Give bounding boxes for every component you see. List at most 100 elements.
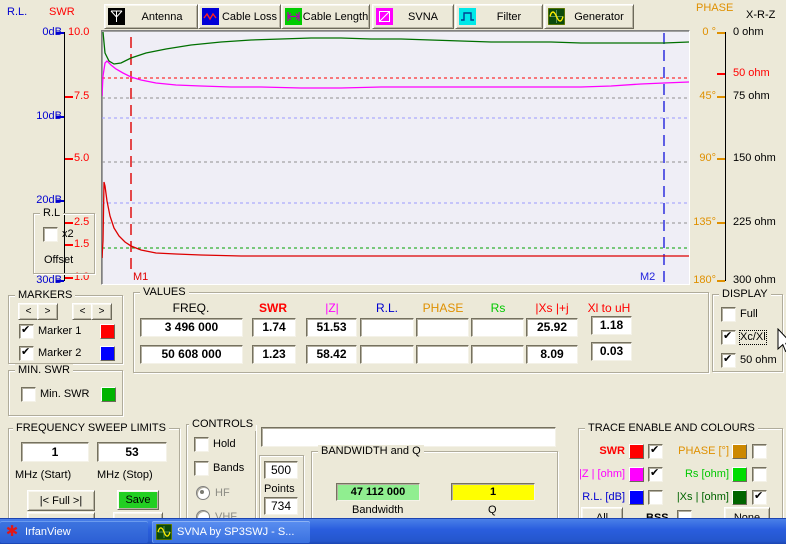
points-label: Points	[264, 483, 295, 496]
display-full-checkbox[interactable]	[721, 307, 736, 322]
taskbar-item-irfanview[interactable]: ✱ IrfanView	[0, 521, 148, 543]
header-xl-uh: Xl to uH	[583, 302, 635, 315]
marker2-checkbox[interactable]	[19, 346, 34, 361]
trace-swr-checkbox[interactable]	[648, 444, 663, 459]
trace-rs-swatch[interactable]	[732, 467, 747, 482]
freq-sweep-group-title: FREQUENCY SWEEP LIMITS	[13, 422, 169, 435]
generator-button[interactable]: Generator	[544, 4, 634, 29]
cable-length-button[interactable]: Cable Length	[281, 4, 370, 29]
trace-rl-checkbox[interactable]	[648, 490, 663, 505]
marker2-color-swatch[interactable]	[100, 346, 115, 361]
swr-tick-5: 5.0	[74, 152, 102, 165]
marker1-next-button[interactable]: >	[37, 303, 58, 320]
min-swr-checkbox[interactable]	[21, 387, 36, 402]
ohm-tick-150: 150 ohm	[733, 152, 776, 165]
markers-group-title: MARKERS	[15, 289, 75, 302]
header-swr: SWR	[249, 302, 297, 315]
rl-tickmark	[56, 116, 64, 118]
rl-x2-checkbox[interactable]	[43, 227, 58, 242]
cable-length-button-label: Cable Length	[303, 11, 368, 23]
filter-button[interactable]: Filter	[455, 4, 543, 29]
trace-xs-checkbox[interactable]	[752, 490, 767, 505]
marker1-prev-button[interactable]: <	[18, 303, 39, 320]
ohm-tick-75: 75 ohm	[733, 90, 770, 103]
trace-swr-label: SWR	[579, 445, 625, 458]
antenna-icon	[108, 8, 125, 25]
taskbar-item-label: IrfanView	[25, 526, 71, 538]
svna-app-window: R.L. SWR Antenna Cable Loss Cable Length…	[0, 0, 786, 544]
cable-loss-icon	[202, 8, 219, 25]
value-xs-m1: 25.92	[526, 318, 578, 337]
header-freq: FREQ.	[151, 302, 231, 315]
rl-axis-title: R.L.	[7, 6, 27, 19]
value-rs-m2	[471, 345, 524, 364]
full-span-button[interactable]: |< Full >|	[27, 490, 95, 511]
sweep-plot-canvas	[102, 31, 689, 284]
taskbar-item-svna[interactable]: SVNA by SP3SWJ - S...	[152, 521, 310, 543]
rl-offset-group: R.L x2 Offset	[33, 213, 95, 274]
phase-tickmark	[717, 280, 725, 282]
trace-xs-label: |Xs | [ohm]	[667, 491, 729, 504]
display-xcxl-checkbox[interactable]	[721, 330, 736, 345]
antenna-button-label: Antenna	[142, 11, 183, 23]
rl-x2-label: x2	[62, 228, 74, 241]
marker1-checkbox[interactable]	[19, 324, 34, 339]
cable-loss-button[interactable]: Cable Loss	[198, 4, 281, 29]
rl-offset-label[interactable]: Offset	[44, 254, 73, 267]
points-value-2[interactable]: 734	[264, 497, 298, 515]
bandwidth-value: 47 112 000	[336, 483, 420, 501]
trace-z-swatch[interactable]	[629, 467, 644, 482]
value-xl-m2: 0.03	[591, 342, 632, 361]
value-rl-m1	[360, 318, 414, 337]
min-swr-color-swatch[interactable]	[101, 387, 116, 402]
trace-xs-swatch[interactable]	[732, 490, 747, 505]
trace-swr-swatch[interactable]	[629, 444, 644, 459]
sweep-plot[interactable]: M1 M2	[101, 30, 690, 285]
rl-tickmark	[56, 200, 64, 202]
markers-group: MARKERS < > < > Marker 1 Marker 2	[8, 295, 123, 364]
freq-stop-input[interactable]: 53	[97, 442, 167, 462]
save-button[interactable]: Save	[117, 490, 159, 510]
ohm-tick-0: 0 ohm	[733, 26, 764, 39]
min-swr-label: Min. SWR	[40, 388, 90, 401]
antenna-button[interactable]: Antenna	[104, 4, 198, 29]
swr-tick-10: 10.0	[68, 26, 96, 39]
trace-phase-swatch[interactable]	[732, 444, 747, 459]
svna-button[interactable]: SVNA	[372, 4, 454, 29]
phase-tickmark	[717, 32, 725, 34]
marker2-prev-button[interactable]: <	[72, 303, 93, 320]
hf-radio[interactable]	[196, 486, 210, 500]
value-rl-m2	[360, 345, 414, 364]
svna-icon	[376, 8, 393, 25]
trace-rl-swatch[interactable]	[629, 490, 644, 505]
xrz-axis-title: X-R-Z	[746, 9, 775, 22]
value-z-m1: 51.53	[306, 318, 357, 337]
header-z: |Z|	[306, 302, 358, 315]
marker1-label: M1	[133, 271, 148, 283]
marker2-label-text: Marker 2	[38, 347, 81, 360]
swr-axis-title: SWR	[49, 6, 75, 19]
display-group: DISPLAY Full Xc/Xl 50 ohm	[712, 294, 783, 372]
bands-checkbox[interactable]	[194, 461, 209, 476]
points-value[interactable]: 500	[264, 461, 298, 479]
display-50ohm-checkbox[interactable]	[721, 353, 736, 368]
svna-button-label: SVNA	[408, 11, 438, 23]
marker1-color-swatch[interactable]	[100, 324, 115, 339]
hold-checkbox[interactable]	[194, 437, 209, 452]
swr-tick-7-5: 7.5	[74, 90, 102, 103]
value-freq-m1: 3 496 000	[140, 318, 243, 337]
phase-tickmark	[717, 96, 725, 98]
taskbar: ✱ IrfanView SVNA by SP3SWJ - S...	[0, 518, 786, 544]
trace-rs-checkbox[interactable]	[752, 467, 767, 482]
controls-group-title: CONTROLS	[189, 418, 256, 431]
trace-z-checkbox[interactable]	[648, 467, 663, 482]
trace-phase-checkbox[interactable]	[752, 444, 767, 459]
display-group-title: DISPLAY	[719, 288, 771, 301]
trace-rs-label: Rs [ohm]	[667, 468, 729, 481]
command-input[interactable]	[261, 427, 556, 447]
freq-start-input[interactable]: 1	[21, 442, 89, 462]
phase-axis-title: PHASE	[696, 2, 733, 15]
swr-tickmark	[65, 277, 73, 279]
marker2-next-button[interactable]: >	[91, 303, 112, 320]
ohm-tick-300: 300 ohm	[733, 274, 776, 287]
